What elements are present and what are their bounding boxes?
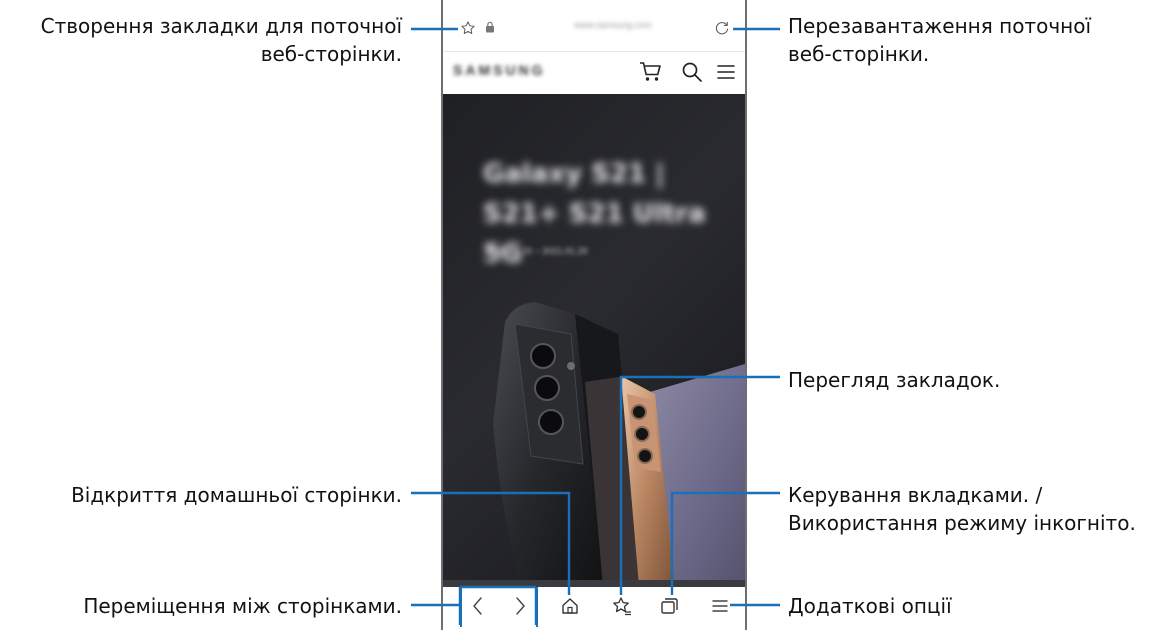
leader-view-bookmarks	[619, 375, 780, 595]
leader-open-home	[411, 491, 571, 595]
leader-nav-box	[458, 585, 538, 625]
leader-tabs-manage	[670, 491, 780, 595]
callout-leader-lines	[411, 27, 780, 625]
